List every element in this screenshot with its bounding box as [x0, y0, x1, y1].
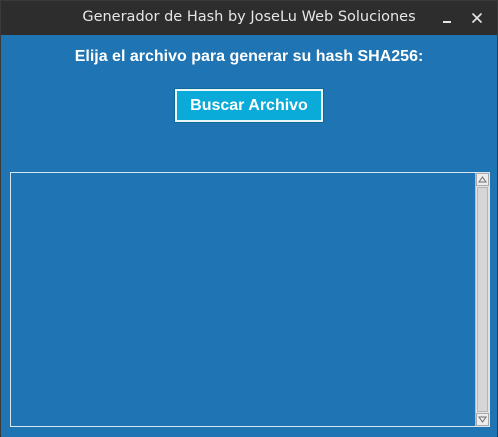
browse-file-button[interactable]: Buscar Archivo — [174, 88, 324, 123]
scroll-down-button[interactable] — [476, 413, 489, 426]
main-panel: Elija el archivo para generar su hash SH… — [1, 35, 497, 437]
scroll-up-button[interactable] — [476, 173, 489, 186]
window-title: Generador de Hash by JoseLu Web Solucion… — [82, 9, 416, 25]
chevron-up-icon — [478, 176, 487, 183]
title-bar[interactable]: Generador de Hash by JoseLu Web Solucion… — [1, 1, 497, 35]
close-button[interactable] — [464, 1, 490, 35]
minimize-button[interactable] — [434, 1, 460, 35]
hash-output-textarea[interactable] — [11, 173, 475, 426]
minimize-icon — [443, 21, 451, 23]
vertical-scrollbar[interactable] — [475, 173, 489, 426]
scroll-thumb[interactable] — [477, 187, 488, 412]
app-window: Generador de Hash by JoseLu Web Solucion… — [0, 0, 498, 437]
chevron-down-icon — [478, 416, 487, 423]
hash-output-area — [10, 172, 490, 427]
instruction-label: Elija el archivo para generar su hash SH… — [74, 48, 424, 65]
close-icon — [472, 13, 482, 23]
